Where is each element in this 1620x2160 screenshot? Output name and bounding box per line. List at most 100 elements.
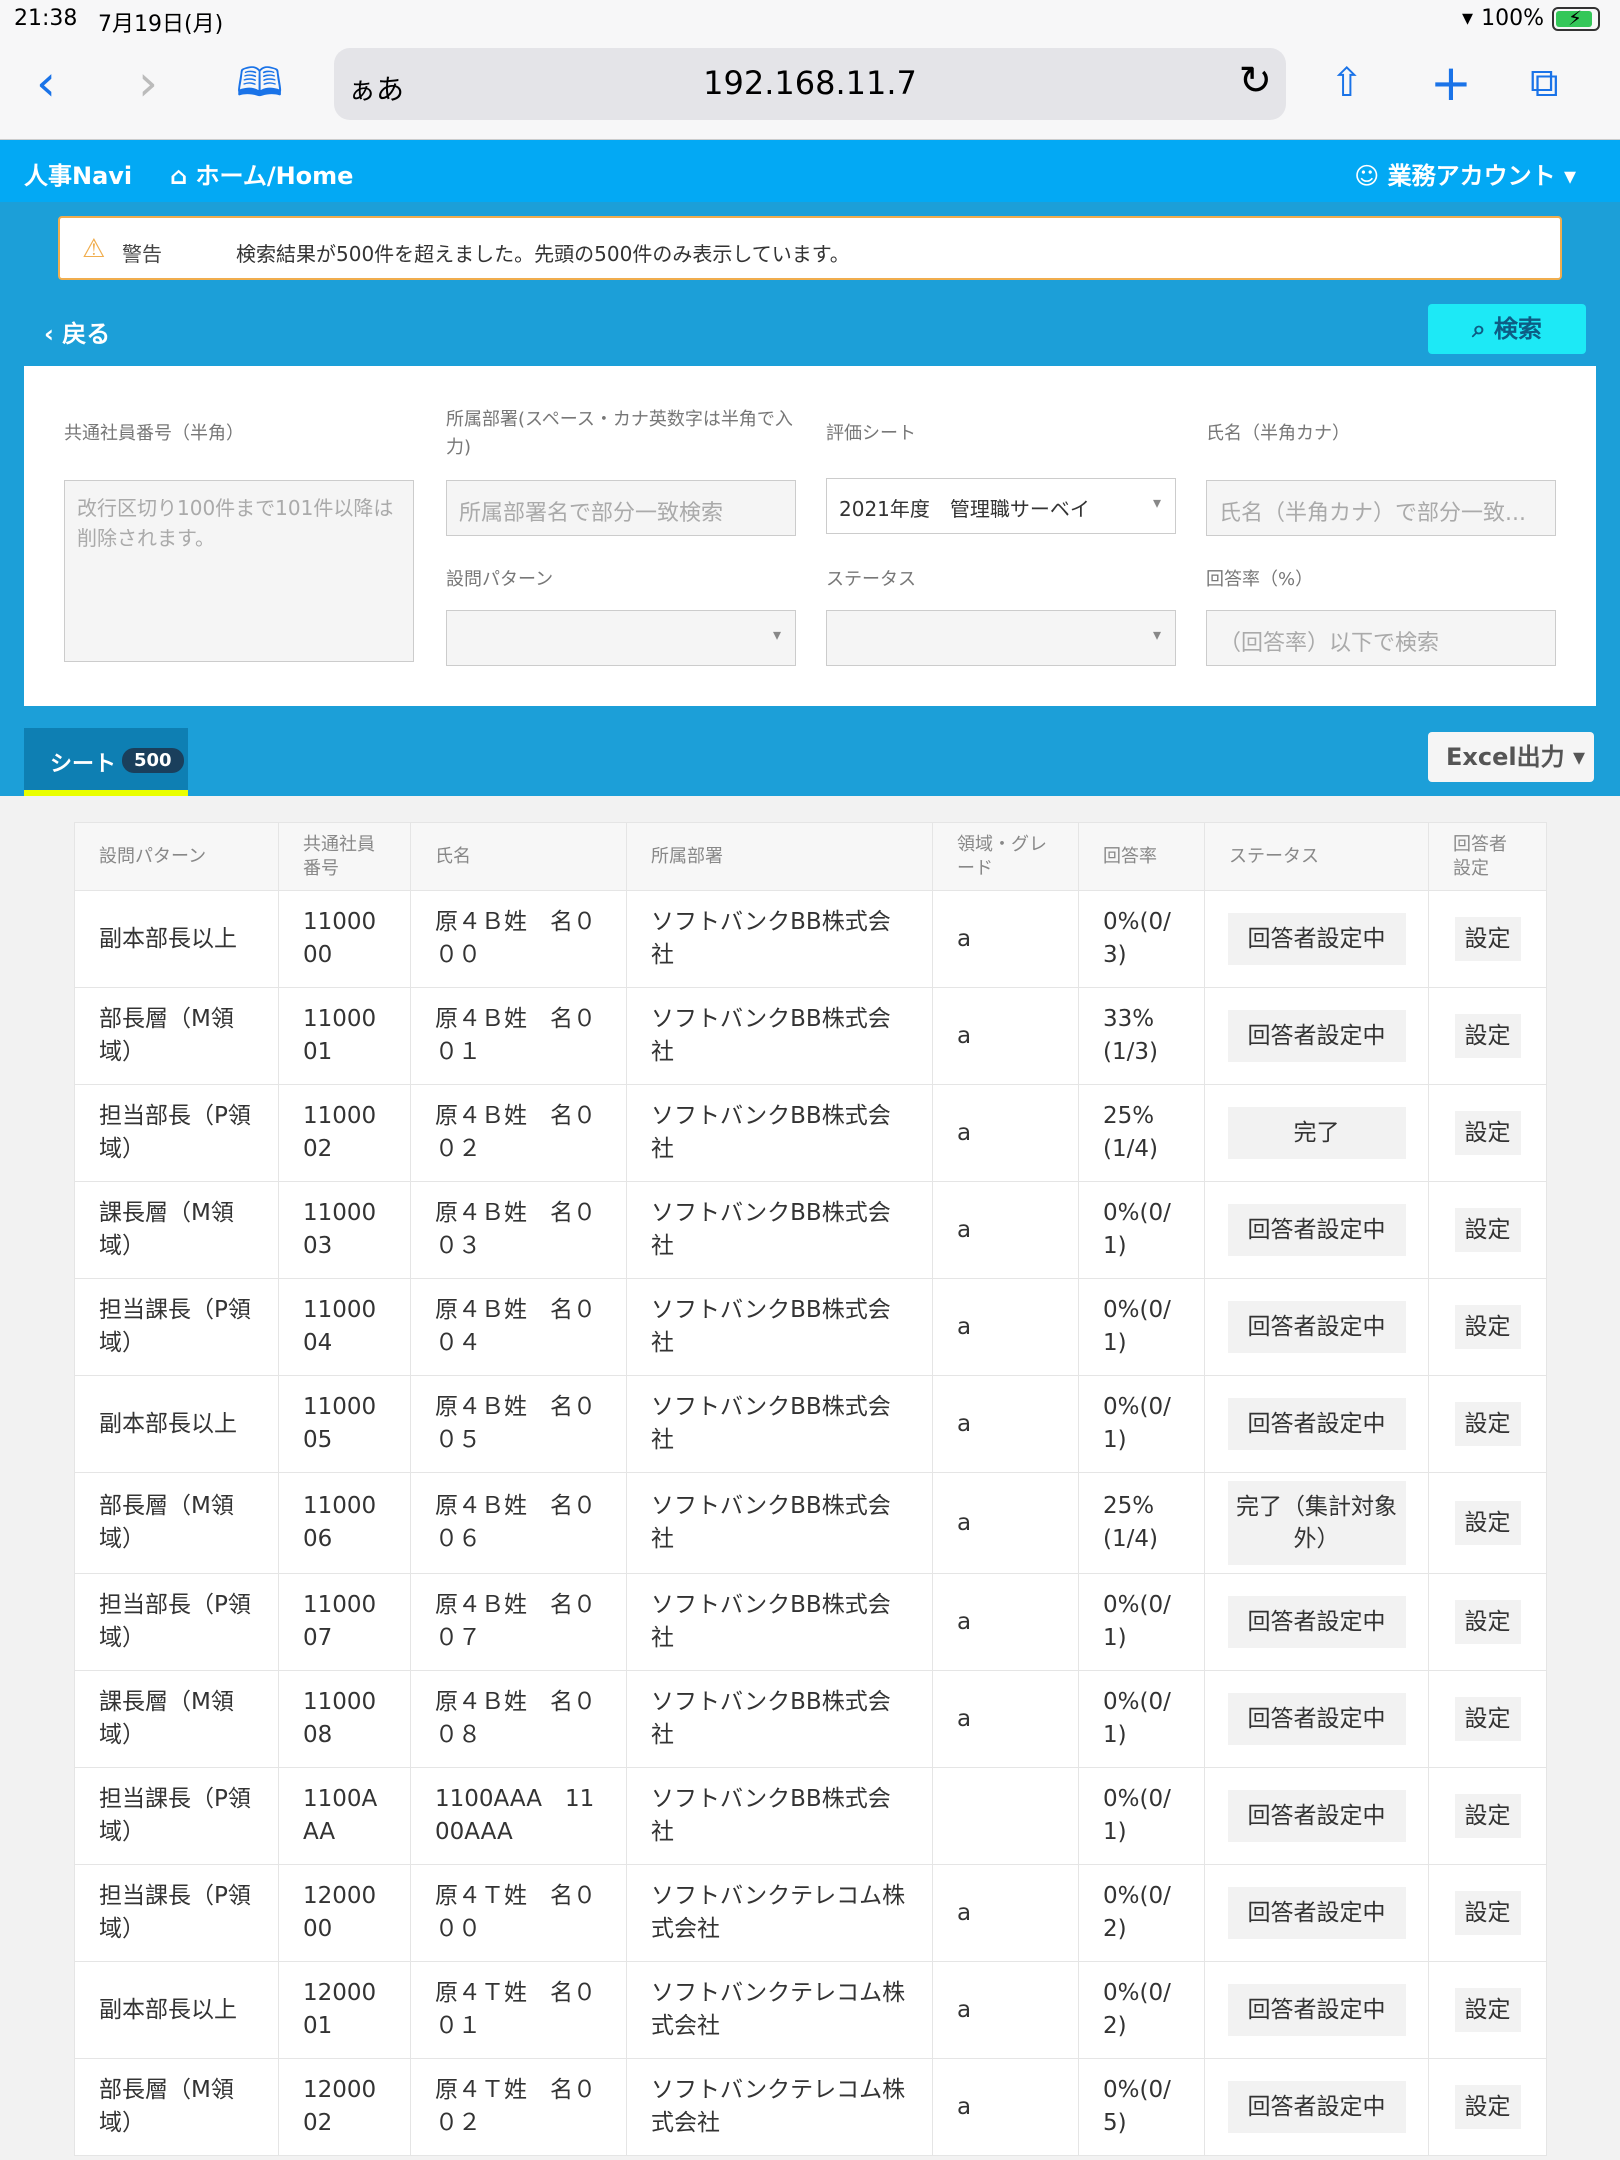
back-chevron-icon[interactable]: ‹ [36,58,56,108]
pattern-cell: 副本部長以上 [74,1375,279,1473]
setting-button[interactable]: 設定 [1454,1697,1521,1741]
table-body: 副本部長以上 1100000 原４Ｂ姓 名０００ ソフトバンクBB株式会社 a 0%(0/… [74,890,1547,2156]
status-badge: 回答者設定中 [1227,1887,1406,1939]
setting-button[interactable]: 設定 [1454,1891,1521,1935]
table-row: 課長層（M領域） 1100008 原４Ｂ姓 名００８ ソフトバンクBB株式会社 a 0%(… [74,1670,1547,1768]
column-header[interactable]: 領域・グレード [932,822,1079,891]
grade-cell: a [932,1472,1079,1574]
name-cell: 原４Ｂ姓 名００１ [410,987,627,1085]
setting-button[interactable]: 設定 [1454,2085,1521,2129]
tab-sheet[interactable]: シート 500 [24,728,188,796]
setting-cell: 設定 [1428,1767,1547,1865]
setting-button[interactable]: 設定 [1454,1305,1521,1349]
results-table-wrapper: 設問パターン 共通社員番号 氏名 所属部署 領域・グレード 回答率 ステータス 回答者設定 副… [74,822,1547,2156]
share-icon[interactable]: ⇧ [1330,58,1364,108]
search-form: 共通社員番号（半角） 改行区切り100件まで101件以降は削除されます。 所属部… [24,366,1596,706]
column-header[interactable]: ステータス [1204,822,1429,891]
department-cell: ソフトバンクBB株式会社 [626,1084,933,1182]
setting-cell: 設定 [1428,987,1547,1085]
excel-export-button[interactable]: Excel出力 ▾ [1428,732,1594,782]
department-cell: ソフトバンクBB株式会社 [626,1767,933,1865]
setting-button[interactable]: 設定 [1454,917,1521,961]
name-cell: 原４Ｂ姓 名００８ [410,1670,627,1768]
caret-down-icon: ▾ [1564,743,1586,771]
pattern-cell: 担当部長（P領域） [74,1573,279,1671]
reload-icon[interactable]: ↻ [1238,58,1272,104]
column-header[interactable]: 所属部署 [626,822,933,891]
warning-alert: ⚠ 警告 検索結果が500件を超えました。先頭の500件のみ表示しています。 [58,216,1562,280]
status-cell: 回答者設定中 [1204,1670,1429,1768]
clock: 21:38 [14,6,78,31]
pattern-cell: 担当課長（P領域） [74,1278,279,1376]
status-cell: 完了 [1204,1084,1429,1182]
pattern-cell: 部長層（M領域） [74,1472,279,1574]
employee-no-cell: 1100003 [278,1181,411,1279]
warning-icon: ⚠ [82,234,106,264]
setting-button[interactable]: 設定 [1454,1988,1521,2032]
home-link[interactable]: ⌂ ホーム/Home [170,156,353,191]
employee-no-textarea[interactable]: 改行区切り100件まで101件以降は削除されます。 [64,480,414,662]
name-cell: 原４Ｂ姓 名００６ [410,1472,627,1574]
setting-button[interactable]: 設定 [1454,1208,1521,1252]
address-bar[interactable]: ぁあ 192.168.11.7 ↻ [334,48,1286,120]
department-cell: ソフトバンクテレコム株式会社 [626,1864,933,1962]
name-input[interactable]: 氏名（半角カナ）で部分一致... [1206,480,1556,536]
user-icon: ☺ [1354,162,1388,190]
department-cell: ソフトバンクBB株式会社 [626,1278,933,1376]
employee-no-cell: 1100002 [278,1084,411,1182]
employee-no-label: 共通社員番号（半角） [64,423,244,444]
column-header[interactable]: 回答率 [1078,822,1205,891]
rate-cell: 0%(0/2) [1078,1864,1205,1962]
name-cell: 原４Ｂ姓 名００５ [410,1375,627,1473]
new-tab-icon[interactable]: + [1430,58,1472,108]
caret-down-icon: ▾ [1152,625,1161,644]
column-header[interactable]: 設問パターン [74,822,279,891]
back-link[interactable]: ‹ 戻る [44,314,110,349]
status-badge: 回答者設定中 [1227,1010,1406,1062]
name-cell: 原４Ｂ姓 名００４ [410,1278,627,1376]
status-cell: 回答者設定中 [1204,2058,1429,2156]
setting-cell: 設定 [1428,1278,1547,1376]
sheet-label: 評価シート [826,423,916,444]
rate-cell: 25%(1/4) [1078,1084,1205,1182]
table-header: 設問パターン 共通社員番号 氏名 所属部署 領域・グレード 回答率 ステータス 回答者設定 [74,822,1547,891]
count-badge: 500 [122,748,184,773]
setting-button[interactable]: 設定 [1454,1111,1521,1155]
setting-button[interactable]: 設定 [1454,1402,1521,1446]
status-badge: 回答者設定中 [1227,1596,1406,1648]
table-row: 副本部長以上 1100000 原４Ｂ姓 名０００ ソフトバンクBB株式会社 a 0%(0/… [74,890,1547,988]
setting-cell: 設定 [1428,1670,1547,1768]
column-header[interactable]: 共通社員番号 [278,822,411,891]
brand-link[interactable]: 人事Navi [24,156,132,191]
pattern-cell: 課長層（M領域） [74,1181,279,1279]
forward-chevron-icon[interactable]: › [138,58,158,108]
back-label: 戻る [62,320,111,348]
results-table: 設問パターン 共通社員番号 氏名 所属部署 領域・グレード 回答率 ステータス 回答者設定 副… [74,822,1547,2156]
department-input[interactable]: 所属部署名で部分一致検索 [446,480,796,536]
status-cell: 回答者設定中 [1204,1181,1429,1279]
setting-button[interactable]: 設定 [1454,1501,1521,1545]
pattern-label: 設問パターン [446,569,554,590]
column-header[interactable]: 回答者設定 [1428,822,1547,891]
name-cell: 原４Ｂ姓 名００７ [410,1573,627,1671]
setting-button[interactable]: 設定 [1454,1794,1521,1838]
status-cell: 回答者設定中 [1204,1573,1429,1671]
status-badge: 回答者設定中 [1227,1301,1406,1353]
pattern-select[interactable]: ▾ [446,610,796,666]
employee-no-cell: 1100AAA [278,1767,411,1865]
department-label: 所属部署(スペース・カナ英数字は半角で入力) [446,409,793,458]
bookmarks-icon[interactable]: 🕮 [236,58,283,108]
rate-input[interactable]: （回答率）以下で検索 [1206,610,1556,666]
setting-button[interactable]: 設定 [1454,1014,1521,1058]
status-select[interactable]: ▾ [826,610,1176,666]
setting-button[interactable]: 設定 [1454,1600,1521,1644]
column-header[interactable]: 氏名 [410,822,627,891]
tabs-icon[interactable]: ⧉ [1530,58,1559,108]
department-cell: ソフトバンクBB株式会社 [626,890,933,988]
table-row: 担当課長（P領域） 1100004 原４Ｂ姓 名００４ ソフトバンクBB株式会社 a 0%… [74,1278,1547,1376]
url-text[interactable]: 192.168.11.7 [334,64,1286,102]
account-menu[interactable]: ☺ 業務アカウント ▾ [1354,156,1576,191]
search-button[interactable]: ⌕ 検索 [1428,304,1586,354]
sheet-select[interactable]: 2021年度 管理職サーベイ ▾ [826,478,1176,534]
pattern-cell: 部長層（M領域） [74,2058,279,2156]
